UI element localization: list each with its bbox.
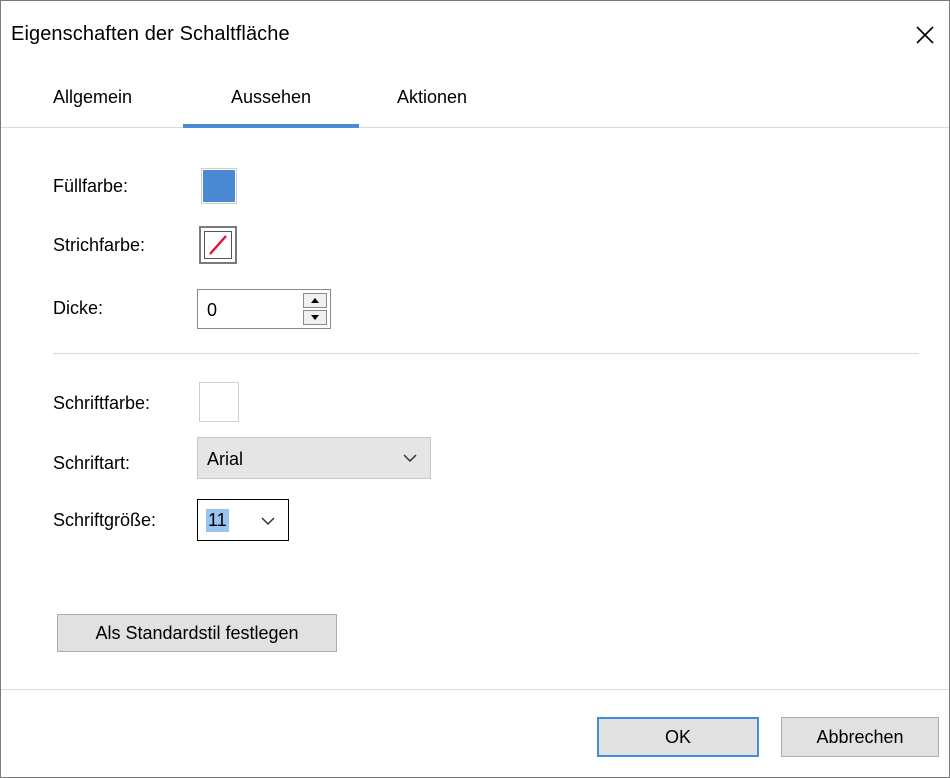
close-icon — [916, 26, 934, 44]
font-family-value: Arial — [207, 449, 244, 469]
arrow-up-icon — [311, 298, 319, 303]
tab-aussehen[interactable]: Aussehen — [183, 71, 359, 124]
fill-color-picker[interactable] — [201, 168, 237, 204]
font-family-label: Schriftart: — [53, 453, 131, 473]
properties-dialog: Eigenschaften der Schaltfläche Allgemein… — [0, 0, 950, 778]
active-tab-indicator — [183, 124, 359, 128]
font-size-select[interactable]: 11 — [197, 499, 289, 541]
chevron-down-icon — [261, 517, 275, 526]
font-size-label: Schriftgröße: — [53, 510, 157, 530]
font-family-select[interactable]: Arial — [197, 437, 431, 479]
fill-color-label: Füllfarbe: — [53, 176, 129, 196]
tab-aktionen[interactable]: Aktionen — [397, 71, 497, 124]
font-color-picker[interactable] — [199, 382, 239, 422]
stroke-color-swatch — [204, 231, 232, 259]
chevron-down-icon — [403, 454, 417, 463]
fill-color-swatch — [203, 170, 235, 202]
dialog-title: Eigenschaften der Schaltfläche — [11, 23, 290, 45]
no-color-icon — [209, 235, 227, 255]
thickness-value: 0 — [207, 300, 218, 320]
section-divider — [53, 353, 919, 354]
thickness-stepper[interactable]: 0 — [197, 289, 331, 329]
tab-allgemein[interactable]: Allgemein — [53, 71, 153, 124]
tab-bar: Allgemein Aussehen Aktionen — [1, 71, 949, 128]
arrow-down-icon — [311, 315, 319, 320]
spin-up-button[interactable] — [303, 293, 327, 308]
spin-down-button[interactable] — [303, 310, 327, 325]
font-color-label: Schriftfarbe: — [53, 393, 151, 413]
stroke-color-picker[interactable] — [199, 226, 237, 264]
font-size-value: 11 — [206, 509, 229, 532]
title-bar: Eigenschaften der Schaltfläche — [1, 1, 949, 71]
thickness-label: Dicke: — [53, 298, 104, 318]
spin-buttons — [303, 293, 327, 325]
ok-button[interactable]: OK — [597, 717, 759, 757]
cancel-button[interactable]: Abbrechen — [781, 717, 939, 757]
close-button[interactable] — [907, 17, 943, 53]
stroke-color-label: Strichfarbe: — [53, 235, 146, 255]
footer-divider — [1, 689, 949, 690]
set-default-style-button[interactable]: Als Standardstil festlegen — [57, 614, 337, 652]
